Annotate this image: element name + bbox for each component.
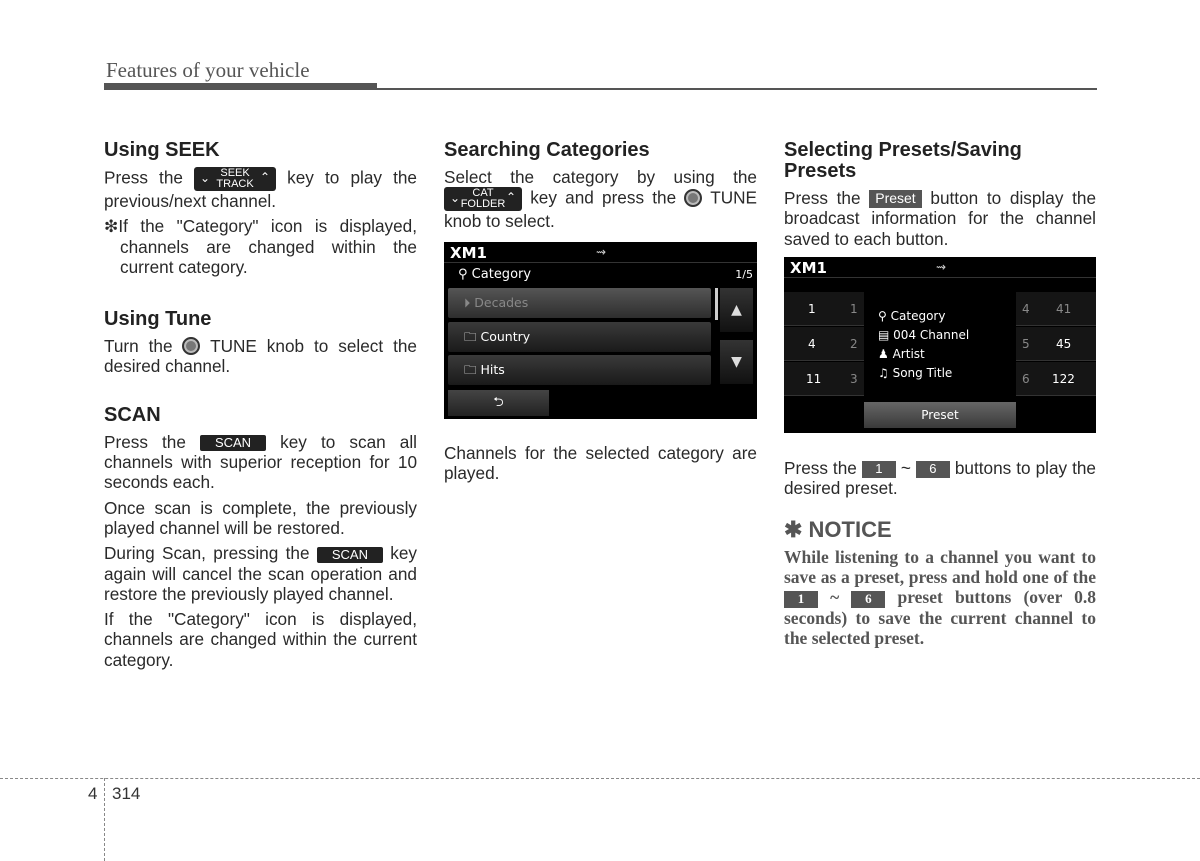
tune-knob-icon xyxy=(684,188,703,207)
notice-heading: ✱ NOTICE xyxy=(784,516,892,542)
scan-key: SCAN xyxy=(200,435,267,452)
back-button[interactable]: ⮌ xyxy=(448,389,549,416)
category-item-country[interactable]: 🗀 Country xyxy=(448,321,711,352)
scan-paragraph-2: Once scan is complete, the previously pl… xyxy=(104,497,417,538)
page-indicator: 1/5 xyxy=(735,267,753,281)
preset-key: Preset xyxy=(869,190,922,209)
play-circle-icon: ⏵ xyxy=(464,294,471,310)
preset-button-4[interactable]: 4 41 xyxy=(1016,292,1096,327)
source-label: XM1 xyxy=(450,243,487,262)
header-rule-thin xyxy=(377,88,1097,90)
preset-button-6[interactable]: 6 122 xyxy=(1016,362,1096,397)
chapter-number: 4 xyxy=(88,784,98,803)
running-header: Features of your vehicle xyxy=(106,58,310,82)
presets-play-paragraph: Press the 1 ~ 6 buttons to play the desi… xyxy=(784,458,1096,499)
scan-paragraph-3: During Scan, pressing the SCAN key again… xyxy=(104,543,418,604)
seek-track-key: ⌄ SEEK TRACK ⌃ xyxy=(194,167,277,191)
info-category: ⚲ Category xyxy=(878,309,946,324)
preset-key-6: 6 xyxy=(915,461,950,478)
arrow-down-icon: ▼ xyxy=(731,353,742,370)
category-screen: XM1 ⇝ ⚲ Category 1/5 ⏵ Decades 🗀 Country… xyxy=(444,241,757,419)
preset-button[interactable]: Preset xyxy=(864,402,1016,429)
music-note-icon: ♫ xyxy=(878,366,889,381)
scan-key: SCAN xyxy=(316,546,383,563)
scan-heading: SCAN xyxy=(104,403,161,426)
satellite-icon: ⚲ xyxy=(458,266,468,282)
radio-icon: ▤ xyxy=(878,328,890,343)
seek-heading: Using SEEK xyxy=(104,139,220,161)
category-item-decades[interactable]: ⏵ Decades xyxy=(448,287,711,318)
presets-paragraph: Press the Preset button to display the b… xyxy=(784,188,1097,249)
tune-heading: Using Tune xyxy=(104,308,212,331)
arrow-up-icon: ▲ xyxy=(731,301,742,318)
folder-icon: 🗀 xyxy=(464,361,477,377)
info-channel: ▤ 004 Channel xyxy=(878,328,970,343)
footer-rule xyxy=(0,778,1200,779)
preset-key-1: 1 xyxy=(784,590,818,608)
category-item-hits[interactable]: 🗀 Hits xyxy=(448,354,711,385)
chevron-down-icon: ⌄ xyxy=(450,191,461,206)
scroll-down-button[interactable]: ▼ xyxy=(720,339,753,384)
preset-button-2[interactable]: 42 xyxy=(784,327,864,362)
person-icon: ♟ xyxy=(878,347,889,362)
category-header: ⚲ Category xyxy=(458,266,532,282)
preset-button-5[interactable]: 5 45 xyxy=(1016,327,1096,362)
usb-icon: ⇝ xyxy=(936,260,947,275)
scroll-up-button[interactable]: ▲ xyxy=(720,287,753,332)
preset-key-1: 1 xyxy=(861,461,896,478)
seek-note: ❇If the "Category" icon is displayed, ch… xyxy=(104,216,417,277)
header-rule-thick xyxy=(104,83,377,90)
categories-heading: Searching Categories xyxy=(444,139,650,161)
satellite-icon: ⚲ xyxy=(878,309,887,324)
chevron-up-icon: ⌃ xyxy=(505,190,516,205)
chevron-up-icon: ⌃ xyxy=(259,170,271,184)
info-artist: ♟ Artist xyxy=(878,347,925,362)
usb-icon: ⇝ xyxy=(596,244,607,259)
preset-button-3[interactable]: 11 3 xyxy=(784,362,864,397)
scan-paragraph-1: Press the SCAN key to scan all channels … xyxy=(104,431,417,493)
page-number: 314 xyxy=(112,784,141,803)
categories-result: Channels for the selected category are p… xyxy=(444,442,757,483)
back-arrow-icon: ⮌ xyxy=(493,394,504,410)
categories-paragraph: Select the category by using the ⌄ CAT FOL… xyxy=(444,167,758,232)
footer-divider xyxy=(104,778,105,861)
column-2: Searching Categories Select the category… xyxy=(444,140,757,488)
cat-folder-key: ⌄ CAT FOLDER ⌃ xyxy=(444,187,522,212)
scan-paragraph-4: If the "Category" icon is displayed, cha… xyxy=(104,609,417,670)
seek-paragraph: Press the ⌄ SEEK TRACK ⌃ key to play the pr… xyxy=(104,167,417,211)
column-1: Using SEEK Press the ⌄ SEEK TRACK ⌃ key to … xyxy=(104,140,417,675)
column-3: Selecting Presets/Saving Presets Press t… xyxy=(784,140,1096,648)
source-label: XM1 xyxy=(790,259,827,278)
tune-paragraph: Turn the TUNE knob to select the desired… xyxy=(104,336,417,377)
preset-key-6: 6 xyxy=(851,590,886,608)
presets-heading: Selecting Presets/Saving Presets xyxy=(784,139,1022,182)
tune-knob-icon xyxy=(182,337,201,356)
preset-screen: XM1 ⇝ 11 42 11 3 4 41 5 45 6 122 ⚲ Category … xyxy=(784,257,1096,434)
chevron-down-icon: ⌄ xyxy=(200,171,211,185)
folder-icon: 🗀 xyxy=(464,328,477,344)
info-song: ♫ Song Title xyxy=(878,366,953,381)
preset-button-1[interactable]: 11 xyxy=(784,292,864,327)
scrollbar[interactable] xyxy=(715,287,718,320)
notice-text: While listening to a channel you want to… xyxy=(784,546,1097,649)
